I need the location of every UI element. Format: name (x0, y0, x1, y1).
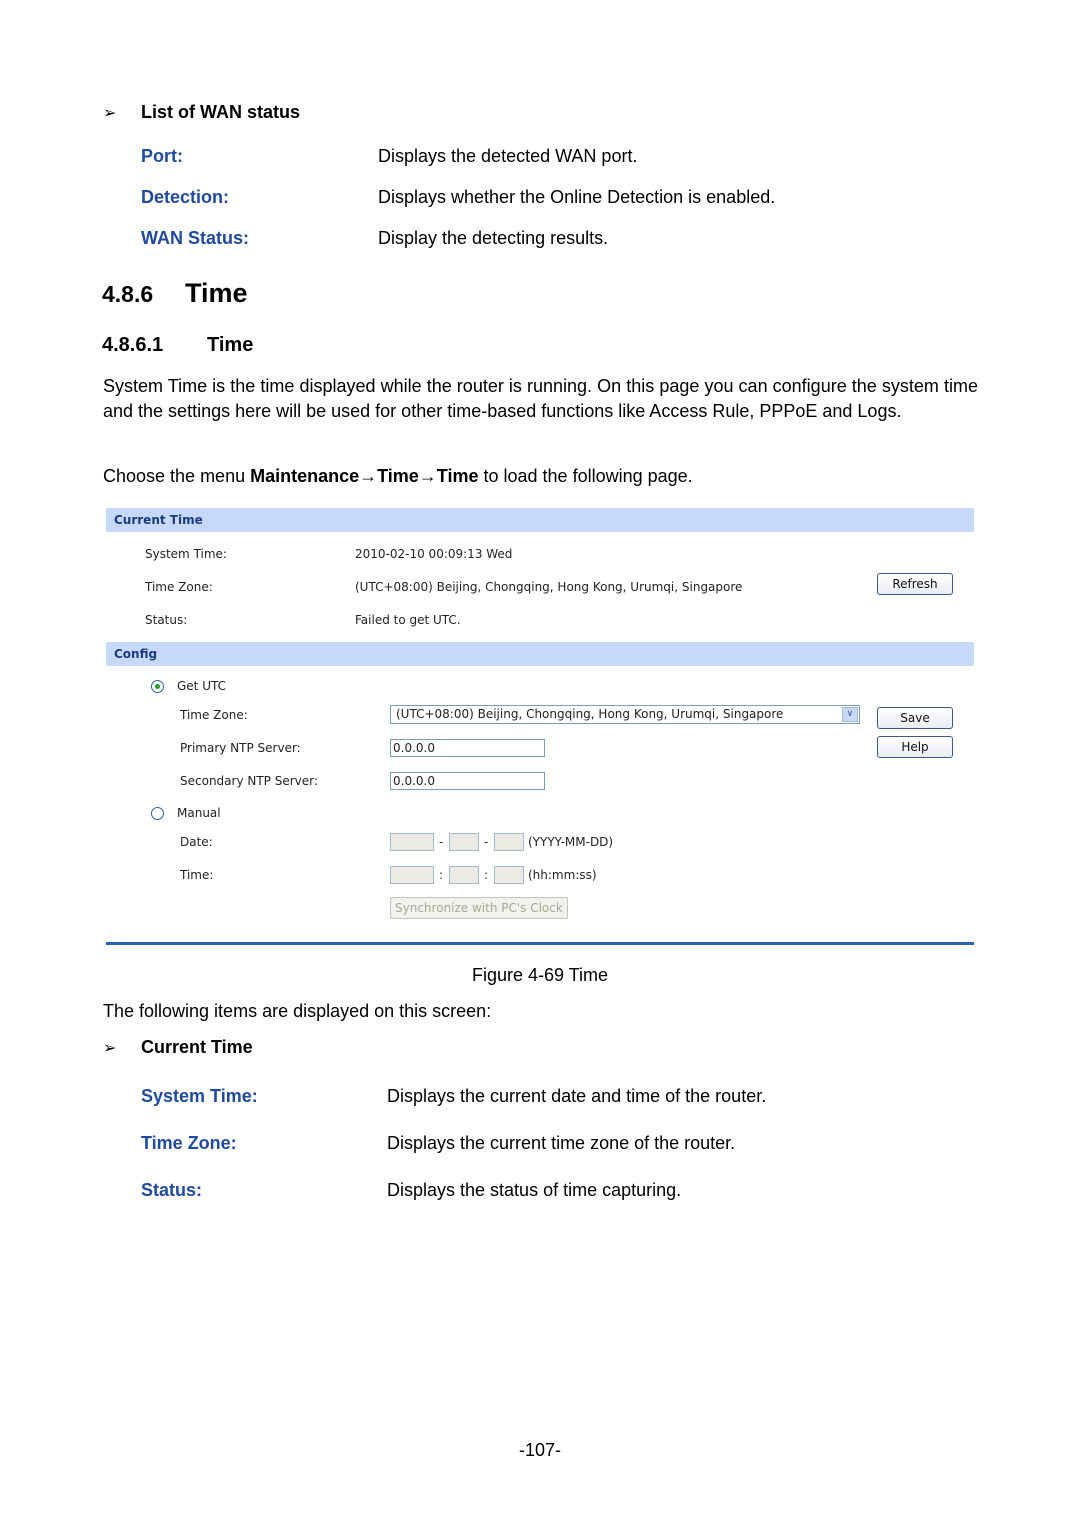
arrow-bullet-icon: ➢ (103, 1040, 117, 1057)
date-separator: - (439, 835, 444, 849)
status-value: Failed to get UTC. (355, 613, 461, 627)
menu-instruction-prefix: Choose the menu (103, 466, 251, 486)
section-number: 4.8.6 (102, 281, 154, 307)
menu-path: Maintenance→Time→Time (250, 466, 479, 486)
config-time-zone-label: Time Zone: (180, 708, 248, 722)
items-intro: The following items are displayed on thi… (103, 1001, 492, 1021)
status-label: Status: (145, 613, 188, 627)
date-label: Date: (180, 835, 213, 849)
term-wan-status: WAN Status: (141, 228, 249, 248)
primary-ntp-label: Primary NTP Server: (180, 741, 301, 755)
config-header: Config (106, 642, 974, 666)
wan-status-heading-text: List of WAN status (141, 102, 301, 122)
subsection-heading: 4.8.6.1 Time (102, 334, 253, 357)
desc-system-time: Displays the current date and time of th… (387, 1086, 767, 1106)
date-separator: - (484, 835, 489, 849)
desc-status: Displays the status of time capturing. (387, 1180, 682, 1200)
subsection-title: Time (207, 334, 254, 356)
system-time-value: 2010-02-10 00:09:13 Wed (355, 547, 513, 561)
time-zone-label: Time Zone: (145, 580, 213, 594)
system-time-label: System Time: (145, 547, 227, 561)
get-utc-radio[interactable] (151, 680, 164, 693)
section-heading: 4.8.6 Time (102, 278, 248, 309)
current-time-list-heading: ➢ Current Time (103, 1037, 253, 1058)
intro-paragraph: System Time is the time displayed while … (103, 376, 978, 421)
current-time-header: Current Time (106, 508, 974, 532)
desc-time-zone: Displays the current time zone of the ro… (387, 1133, 736, 1153)
manual-radio[interactable] (151, 807, 164, 820)
wan-status-heading: ➢ List of WAN status (103, 102, 300, 123)
manual-label: Manual (177, 806, 221, 820)
time-label: Time: (180, 868, 214, 882)
menu-instruction-suffix: to load the following page. (478, 466, 693, 486)
refresh-button[interactable]: Refresh (877, 573, 953, 595)
desc-port: Displays the detected WAN port. (378, 146, 638, 166)
section-title: Time (185, 278, 248, 308)
subsection-number: 4.8.6.1 (102, 334, 164, 356)
time-minute-input[interactable] (449, 866, 479, 884)
time-zone-value: (UTC+08:00) Beijing, Chongqing, Hong Kon… (355, 580, 743, 594)
date-format-hint: (YYYY-MM-DD) (528, 835, 614, 849)
sync-pc-clock-button[interactable]: Synchronize with PC's Clock (390, 897, 568, 919)
menu-instruction: Choose the menu Maintenance→Time→Time to… (103, 464, 978, 489)
term-status: Status: (141, 1180, 203, 1200)
arrow-bullet-icon: ➢ (103, 105, 117, 122)
desc-detection: Displays whether the Online Detection is… (378, 187, 776, 207)
date-day-input[interactable] (494, 833, 524, 851)
term-port: Port: (141, 146, 183, 166)
term-detection: Detection: (141, 187, 230, 207)
term-system-time: System Time: (141, 1086, 258, 1106)
figure-caption: Figure 4-69 Time (471, 965, 609, 985)
time-zone-select-value: (UTC+08:00) Beijing, Chongqing, Hong Kon… (396, 707, 784, 721)
time-second-input[interactable] (494, 866, 524, 884)
time-hour-input[interactable] (390, 866, 434, 884)
help-button[interactable]: Help (877, 736, 953, 758)
secondary-ntp-input[interactable]: 0.0.0.0 (390, 772, 545, 790)
time-zone-select[interactable]: (UTC+08:00) Beijing, Chongqing, Hong Kon… (390, 705, 860, 724)
time-separator: : (439, 868, 444, 882)
page-number: -107- (518, 1440, 562, 1460)
chevron-down-icon[interactable]: ∨ (842, 707, 858, 722)
time-format-hint: (hh:mm:ss) (528, 868, 597, 882)
figure-bottom-divider (106, 942, 974, 945)
date-month-input[interactable] (449, 833, 479, 851)
time-separator: : (484, 868, 489, 882)
save-button[interactable]: Save (877, 707, 953, 729)
current-time-list-heading-text: Current Time (141, 1037, 253, 1057)
time-settings-figure: Current Time System Time: 2010-02-10 00:… (106, 508, 974, 946)
secondary-ntp-label: Secondary NTP Server: (180, 774, 318, 788)
primary-ntp-input[interactable]: 0.0.0.0 (390, 739, 545, 757)
term-time-zone: Time Zone: (141, 1133, 237, 1153)
get-utc-label: Get UTC (177, 679, 226, 693)
desc-wan-status: Display the detecting results. (378, 228, 609, 248)
date-year-input[interactable] (390, 833, 434, 851)
